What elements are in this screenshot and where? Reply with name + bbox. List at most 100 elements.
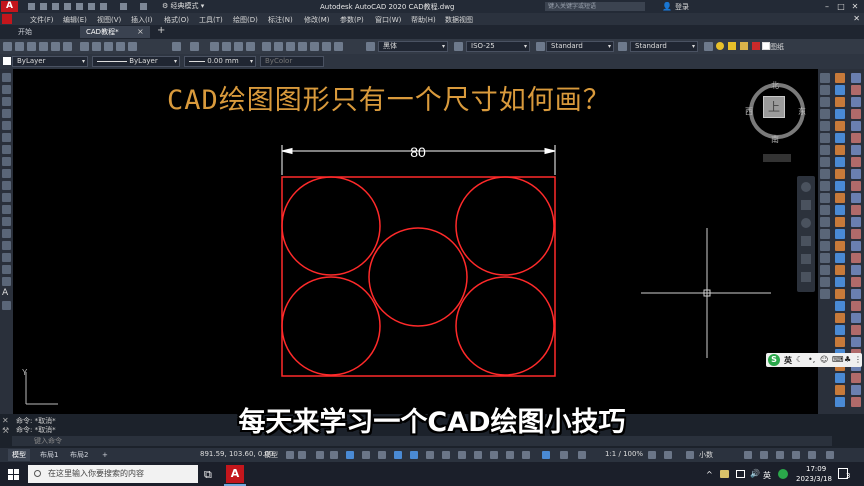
revision-cloud-icon[interactable]: [2, 157, 11, 166]
diameter-dim-icon[interactable]: [835, 145, 845, 155]
ortho-icon[interactable]: [346, 451, 354, 459]
fillet-icon[interactable]: [820, 241, 830, 251]
save-icon[interactable]: [52, 3, 59, 10]
undo-icon[interactable]: [172, 42, 181, 51]
design-center-icon[interactable]: [274, 42, 283, 51]
network-icon[interactable]: [736, 470, 745, 478]
erase-icon[interactable]: [820, 73, 830, 83]
zoom-previous-icon[interactable]: [246, 42, 255, 51]
infer-constraints-icon[interactable]: [316, 451, 324, 459]
zoom-window-icon[interactable]: [234, 42, 243, 51]
zoom-extents-icon[interactable]: [801, 218, 811, 228]
jogged-dim-icon[interactable]: [835, 133, 845, 143]
leader-icon[interactable]: [835, 385, 845, 395]
hatch-icon[interactable]: [2, 241, 11, 250]
skin-icon[interactable]: ♣: [844, 355, 851, 364]
tool-palettes-icon[interactable]: [286, 42, 295, 51]
mass-properties-icon[interactable]: [851, 157, 861, 167]
layer-on-icon[interactable]: [716, 42, 724, 50]
extend-icon[interactable]: [820, 193, 830, 203]
layer-color-icon[interactable]: [752, 42, 760, 50]
color-dropdown[interactable]: ByLayer ▾: [12, 56, 88, 67]
dim-override-icon[interactable]: [835, 325, 845, 335]
jogged-linear-icon[interactable]: [835, 265, 845, 275]
lineweight-toggle-icon[interactable]: [426, 451, 434, 459]
inspection-icon[interactable]: [835, 253, 845, 263]
aligned-dim-icon[interactable]: [835, 85, 845, 95]
units-icon[interactable]: [686, 451, 694, 459]
menu-edit[interactable]: 编辑(E): [63, 15, 87, 25]
lock-ui-icon[interactable]: [760, 451, 768, 459]
dim-break-icon[interactable]: [835, 217, 845, 227]
object-snap-icon[interactable]: [851, 229, 861, 239]
menu-file[interactable]: 文件(F): [30, 15, 54, 25]
pan-hand-icon[interactable]: [801, 200, 811, 210]
tolerance-icon[interactable]: [835, 229, 845, 239]
user-icon[interactable]: 👤: [662, 2, 672, 11]
circle-icon[interactable]: [2, 145, 11, 154]
paste-icon[interactable]: [104, 42, 113, 51]
snap-endpoint-icon[interactable]: [851, 241, 861, 251]
circle-top-right[interactable]: [455, 176, 555, 276]
volume-measure-icon[interactable]: [851, 121, 861, 131]
menu-dimension[interactable]: 标注(N): [268, 15, 293, 25]
3d-osnap-icon[interactable]: [474, 451, 482, 459]
outer-rectangle[interactable]: [281, 176, 556, 377]
autocad-logo-icon[interactable]: A: [1, 1, 18, 12]
close-icon[interactable]: ✕: [848, 1, 862, 12]
set-variable-icon[interactable]: [851, 205, 861, 215]
annotation-scale-icon[interactable]: [578, 451, 586, 459]
break-icon[interactable]: [820, 205, 830, 215]
red-geometry[interactable]: [281, 176, 556, 377]
workspace-switch-icon[interactable]: [648, 451, 656, 459]
dim-style-manager-icon[interactable]: [835, 313, 845, 323]
region-icon[interactable]: [2, 265, 11, 274]
id-point-icon[interactable]: [851, 145, 861, 155]
snap-mode-icon[interactable]: [298, 451, 306, 459]
new-icon[interactable]: [3, 42, 12, 51]
dim-space-icon[interactable]: [835, 205, 845, 215]
redo-icon[interactable]: [190, 42, 199, 51]
wcs-tag[interactable]: [763, 154, 791, 162]
search-input[interactable]: 键入关键字或短语: [545, 2, 645, 11]
point-icon[interactable]: [2, 229, 11, 238]
scale-icon[interactable]: [820, 157, 830, 167]
cut-icon[interactable]: [80, 42, 89, 51]
dim-update-icon[interactable]: [835, 301, 845, 311]
block-editor-icon[interactable]: [128, 42, 137, 51]
new-file-icon[interactable]: [28, 3, 35, 10]
compass-north[interactable]: 北: [771, 80, 779, 91]
isolate-objects-icon[interactable]: [776, 451, 784, 459]
taskbar-search-input[interactable]: 在这里输入你要搜索的内容: [28, 465, 198, 483]
dim-edit-icon[interactable]: [835, 277, 845, 287]
spline-icon[interactable]: [2, 169, 11, 178]
ime-language[interactable]: 英: [784, 355, 792, 366]
snap-settings-icon[interactable]: [851, 385, 861, 395]
circle-center[interactable]: [368, 227, 468, 327]
tab-layout2[interactable]: 布局2: [66, 449, 92, 461]
quick-properties-icon[interactable]: [744, 451, 752, 459]
join-icon[interactable]: [820, 217, 830, 227]
ordinate-dim-icon[interactable]: [835, 109, 845, 119]
save-as-icon[interactable]: [64, 3, 71, 10]
plot-icon[interactable]: [100, 3, 107, 10]
properties-icon[interactable]: [262, 42, 271, 51]
tray-overflow-icon[interactable]: ^: [706, 470, 713, 479]
snap-center-icon[interactable]: [851, 277, 861, 287]
dynamic-input-icon[interactable]: [330, 451, 338, 459]
dim-style-icon[interactable]: [454, 42, 463, 51]
pan-icon[interactable]: [210, 42, 219, 51]
layer-lock-icon[interactable]: [740, 42, 748, 50]
menu-format[interactable]: 格式(O): [164, 15, 189, 25]
menu-data-view[interactable]: 数据视图: [445, 15, 473, 25]
clock-time[interactable]: 17:09: [806, 465, 826, 473]
new-tab-button[interactable]: +: [157, 25, 165, 36]
offset-icon[interactable]: [820, 109, 830, 119]
tab-layout1[interactable]: 布局1: [36, 449, 62, 461]
drawing-area[interactable]: 80: [13, 69, 818, 414]
dimension-80[interactable]: 80: [281, 144, 556, 175]
login-button[interactable]: 登录: [675, 2, 689, 12]
app-menu-icon[interactable]: [2, 14, 12, 24]
punctuation-icon[interactable]: •,: [808, 355, 815, 364]
quick-dim-icon[interactable]: [835, 169, 845, 179]
